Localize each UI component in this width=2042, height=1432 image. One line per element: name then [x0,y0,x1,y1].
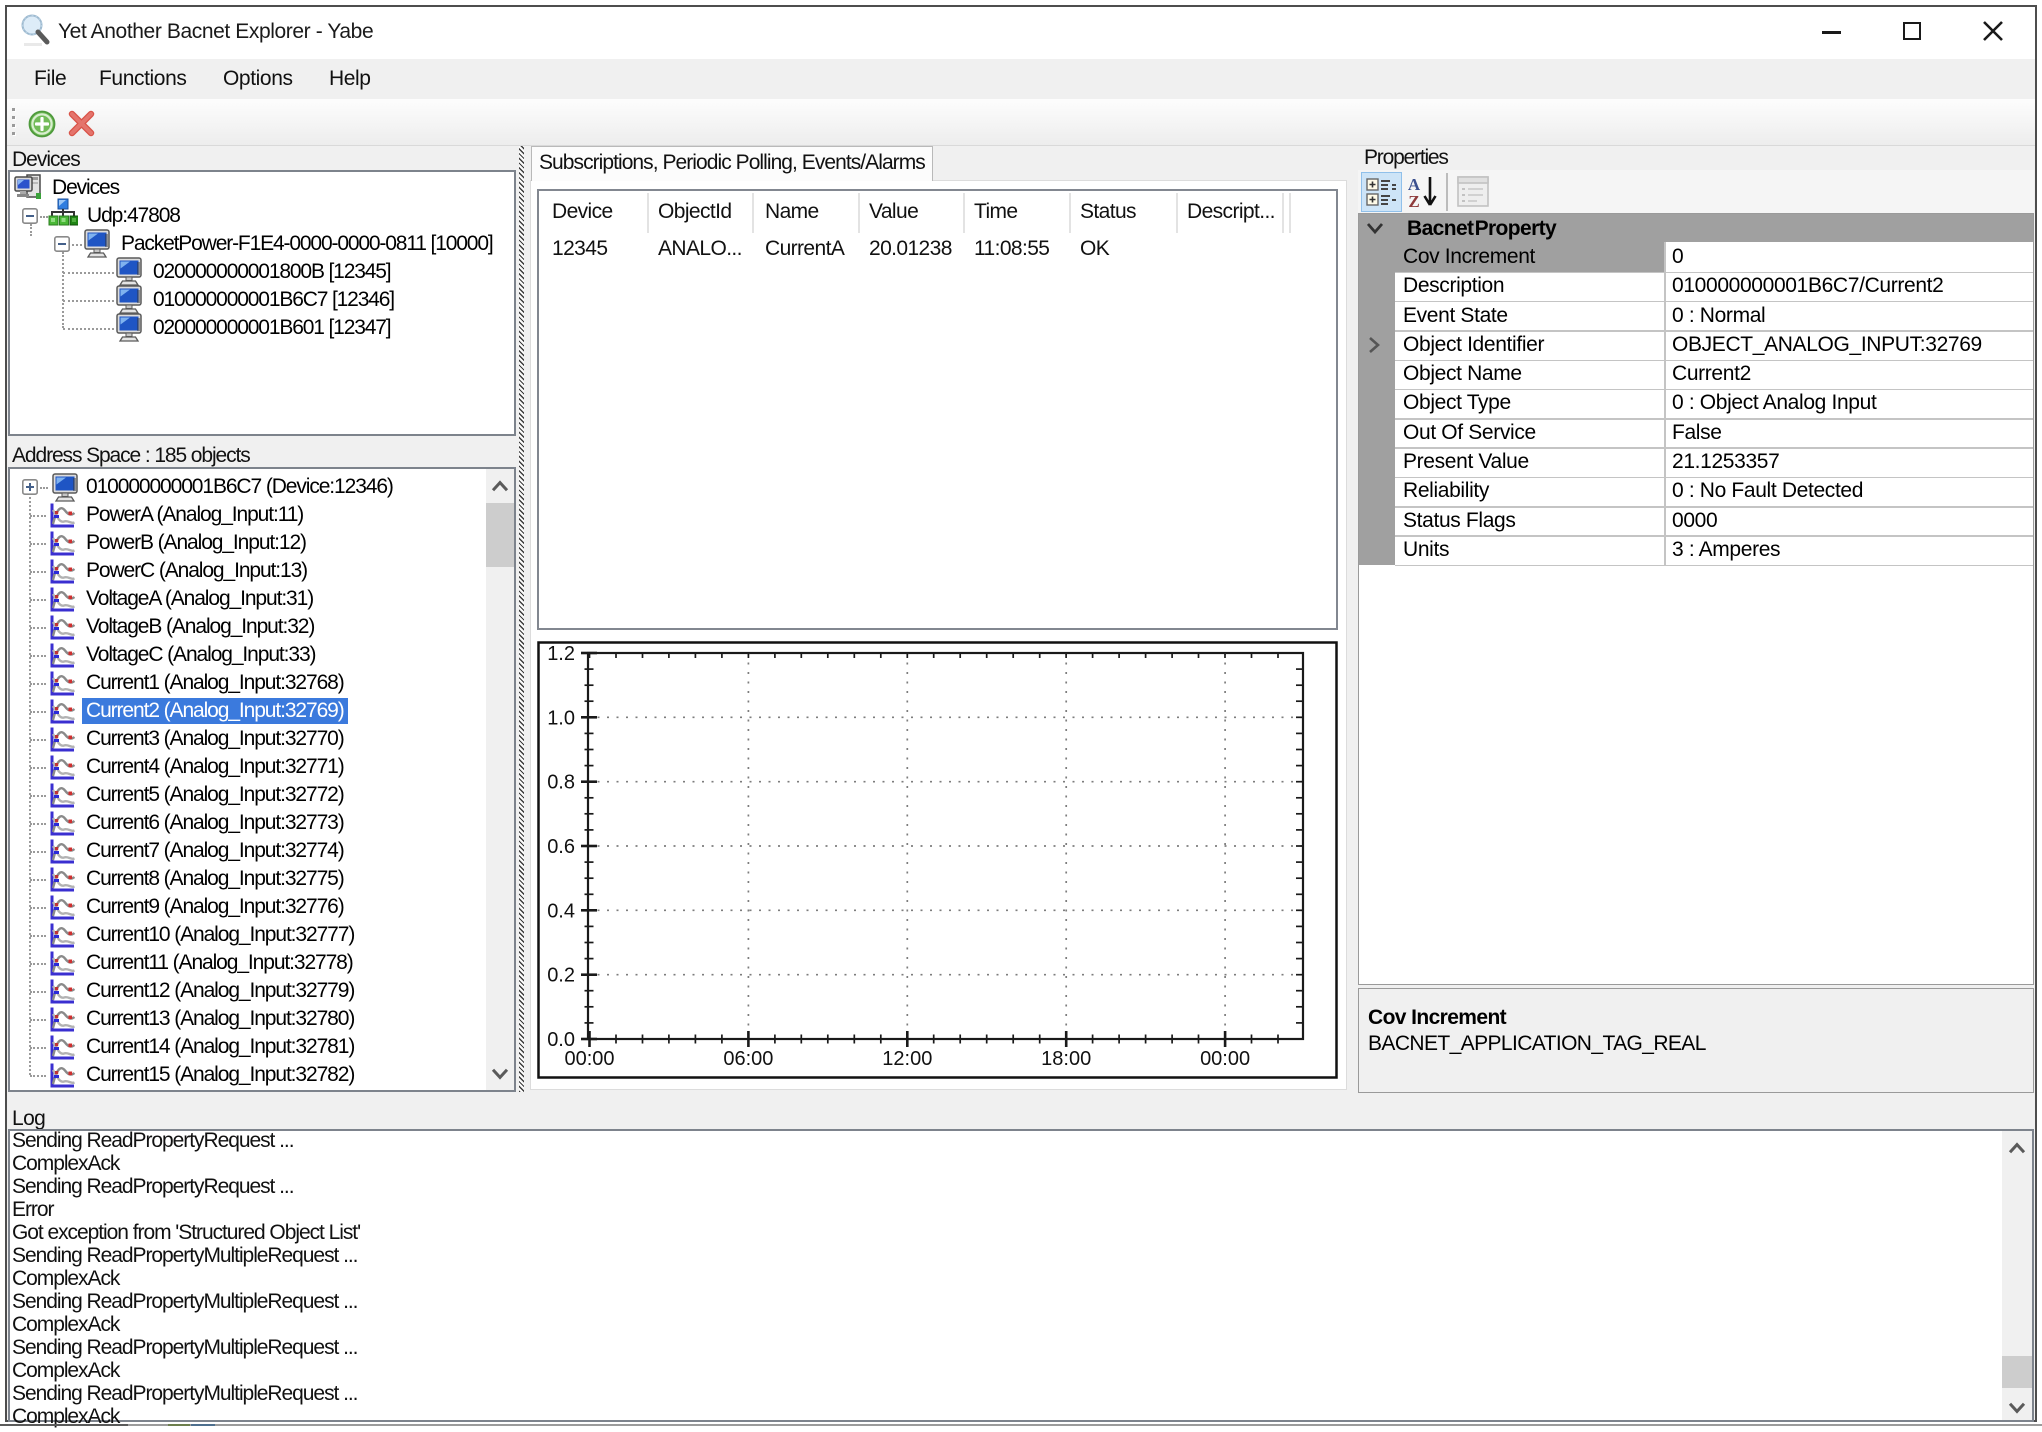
svg-text:0.6: 0.6 [547,836,575,858]
svg-text:12:00: 12:00 [882,1048,932,1070]
svg-text:1.0: 1.0 [547,707,575,729]
svg-text:00:00: 00:00 [1200,1048,1250,1070]
svg-text:06:00: 06:00 [723,1048,773,1070]
svg-text:18:00: 18:00 [1041,1048,1091,1070]
svg-text:0.2: 0.2 [547,965,575,987]
svg-text:Z: Z [1408,192,1419,210]
svg-text:0.8: 0.8 [547,772,575,794]
svg-text:0.4: 0.4 [547,900,575,922]
svg-text:1.2: 1.2 [547,643,575,665]
svg-text:00:00: 00:00 [564,1048,614,1070]
